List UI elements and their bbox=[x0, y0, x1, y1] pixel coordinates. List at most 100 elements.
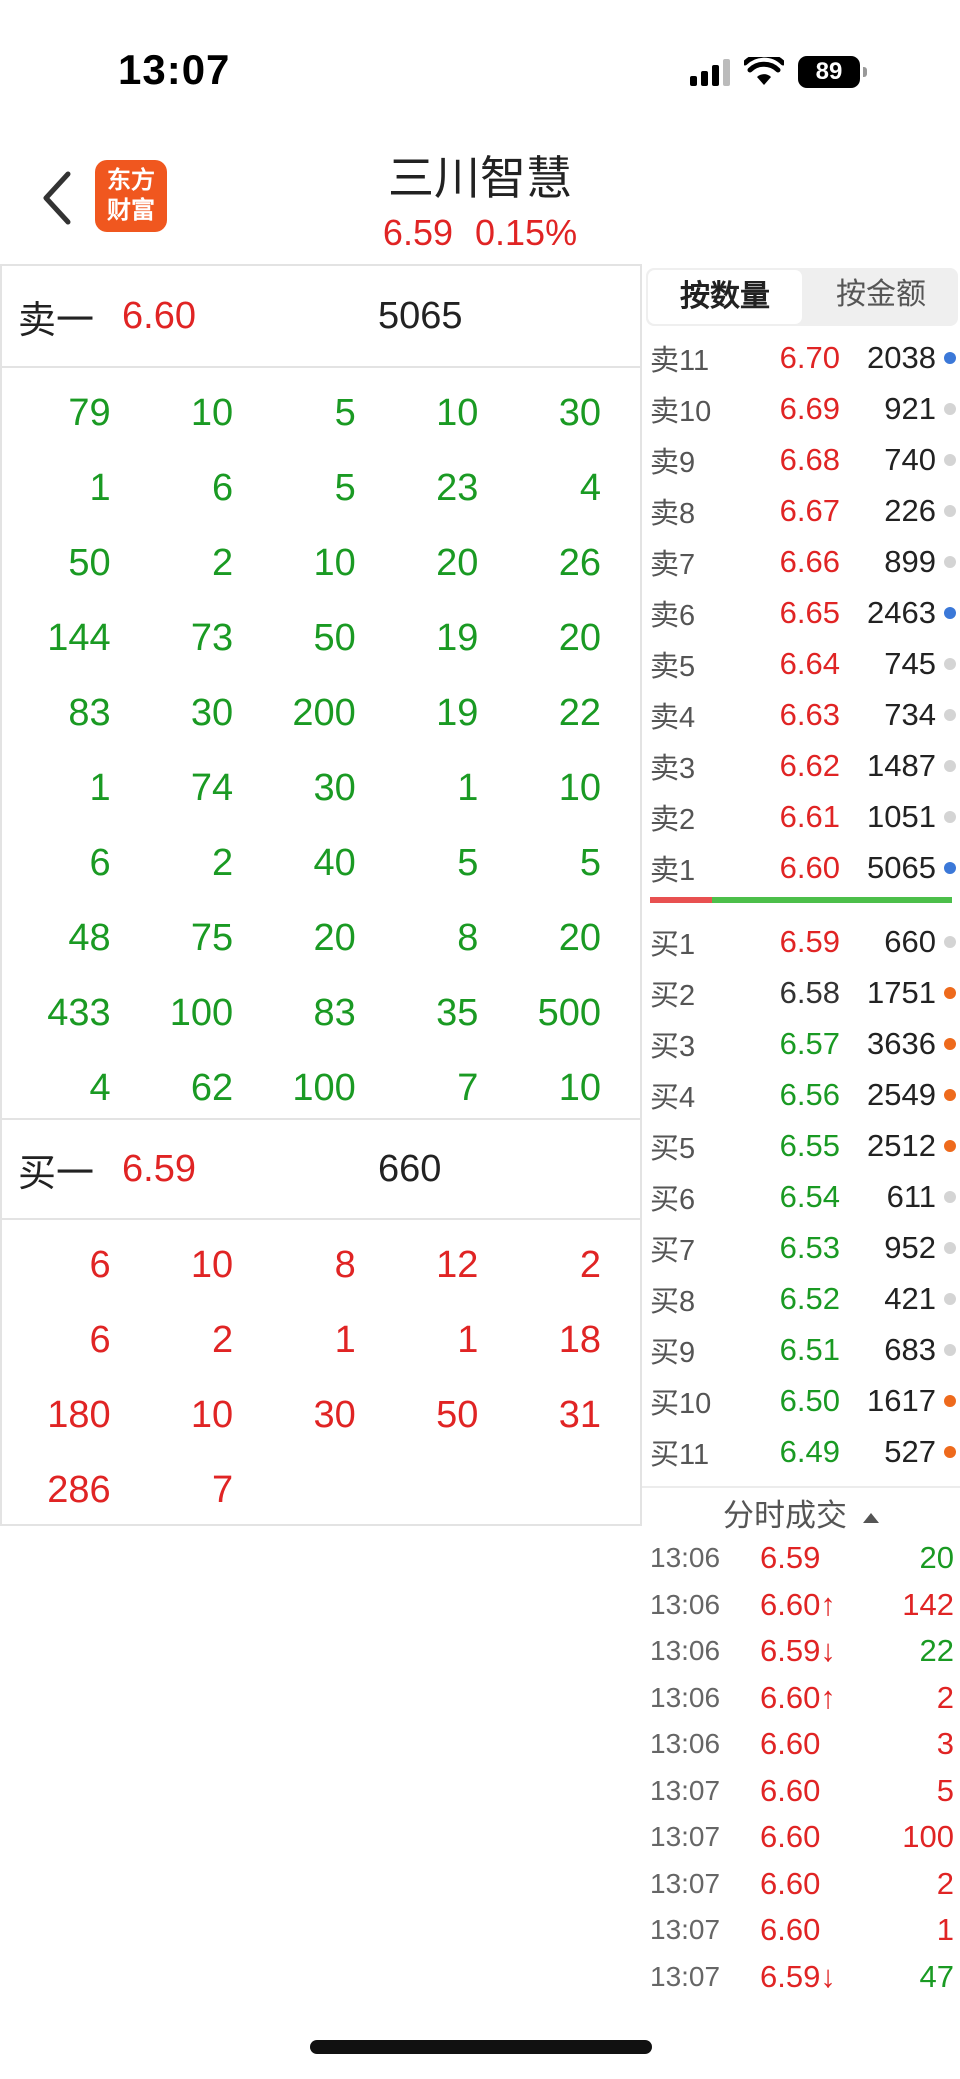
trade-volume: 22 bbox=[919, 1633, 954, 1668]
order-book-row[interactable]: 买2 6.58 1751 bbox=[642, 967, 960, 1018]
order-book-row[interactable]: 卖4 6.63 734 bbox=[642, 689, 960, 740]
order-book-row[interactable]: 卖5 6.64 745 bbox=[642, 638, 960, 689]
sell-levels: 卖11 6.70 2038 卖10 6.69 921 卖9 6.68 740 卖8 6.67 226 卖… bbox=[642, 332, 960, 893]
order-book-row[interactable]: 买8 6.52 421 bbox=[642, 1273, 960, 1324]
queue-order: 6 bbox=[89, 1244, 111, 1286]
ratio-bar-buy bbox=[650, 897, 712, 903]
trade-volume: 5 bbox=[936, 1772, 954, 1808]
queue-order: 62 bbox=[190, 1067, 234, 1109]
level-indicator-dot bbox=[944, 402, 956, 415]
trade-volume: 1 bbox=[936, 1912, 954, 1947]
level-price: 6.49 bbox=[779, 1433, 840, 1469]
level-label: 卖8 bbox=[650, 497, 696, 530]
level-price: 6.55 bbox=[779, 1127, 840, 1163]
trade-time: 13:06 bbox=[650, 1588, 721, 1620]
order-book-row[interactable]: 买11 6.49 527 bbox=[642, 1426, 960, 1477]
level-indicator-dot bbox=[944, 351, 956, 364]
order-book-row[interactable]: 买7 6.53 952 bbox=[642, 1222, 960, 1273]
level-price: 6.57 bbox=[779, 1025, 840, 1061]
level-price: 6.56 bbox=[779, 1076, 840, 1112]
level-label: 卖1 bbox=[650, 854, 696, 887]
order-book-row[interactable]: 买4 6.56 2549 bbox=[642, 1069, 960, 1120]
queue-order: 286 bbox=[47, 1469, 111, 1511]
trades-header[interactable]: 分时成交 bbox=[642, 1490, 960, 1535]
order-book-row[interactable]: 卖7 6.66 899 bbox=[642, 536, 960, 587]
level-volume: 921 bbox=[884, 390, 936, 426]
buy-one-volume: 660 bbox=[378, 1147, 442, 1190]
queue-order: 48 bbox=[68, 917, 111, 959]
sell-one-volume: 5065 bbox=[378, 294, 463, 337]
home-indicator[interactable] bbox=[310, 2040, 652, 2054]
tab-by-amount[interactable]: 按金额 bbox=[804, 268, 958, 326]
level-indicator-dot bbox=[944, 1445, 956, 1458]
queue-order: 10 bbox=[313, 542, 356, 584]
order-book-row[interactable]: 卖6 6.65 2463 bbox=[642, 587, 960, 638]
level-volume: 1751 bbox=[867, 974, 936, 1010]
level-price: 6.50 bbox=[779, 1382, 840, 1418]
queue-order: 20 bbox=[558, 617, 601, 659]
level-indicator-dot bbox=[944, 657, 956, 670]
level-volume: 660 bbox=[884, 923, 936, 959]
queue-order: 23 bbox=[436, 467, 479, 509]
level-volume: 952 bbox=[884, 1229, 936, 1265]
queue-order: 50 bbox=[313, 617, 356, 659]
order-book-row[interactable]: 买6 6.54 611 bbox=[642, 1171, 960, 1222]
queue-order: 73 bbox=[190, 617, 234, 659]
trade-row: 13:07 6.60 5 bbox=[642, 1769, 960, 1816]
trade-price: 6.60↑ bbox=[760, 1679, 836, 1715]
queue-order: 6 bbox=[89, 1319, 111, 1361]
order-queue-panel: 卖一 6.60 5065 79 10 5 10 30 1 6 5 23 4 50 2 10 20 26 144… bbox=[0, 264, 642, 1526]
trade-time: 13:07 bbox=[650, 1774, 721, 1806]
trade-price: 6.60 bbox=[760, 1819, 821, 1854]
queue-order: 433 bbox=[47, 992, 111, 1034]
trade-row: 13:06 6.60↑ 2 bbox=[642, 1676, 960, 1723]
order-book-row[interactable]: 卖10 6.69 921 bbox=[642, 383, 960, 434]
queue-order: 7 bbox=[212, 1469, 234, 1511]
order-book-row[interactable]: 卖2 6.61 1051 bbox=[642, 791, 960, 842]
order-book-row[interactable]: 买1 6.59 660 bbox=[642, 916, 960, 967]
stock-price: 6.59 bbox=[382, 212, 453, 253]
queue-order: 40 bbox=[313, 842, 356, 884]
trade-time: 13:07 bbox=[650, 1914, 721, 1945]
trade-price: 6.60 bbox=[760, 1726, 821, 1761]
trade-volume: 20 bbox=[919, 1540, 954, 1575]
order-book-row[interactable]: 卖11 6.70 2038 bbox=[642, 332, 960, 383]
level-price: 6.68 bbox=[779, 441, 840, 477]
level-price: 6.54 bbox=[779, 1178, 840, 1214]
level-volume: 899 bbox=[884, 543, 936, 579]
order-book-row[interactable]: 买3 6.57 3636 bbox=[642, 1018, 960, 1069]
queue-order: 1 bbox=[334, 1319, 356, 1361]
order-book-row[interactable]: 卖3 6.62 1487 bbox=[642, 740, 960, 791]
queue-order: 10 bbox=[190, 1244, 234, 1286]
level-volume: 734 bbox=[884, 696, 936, 732]
trade-time: 13:06 bbox=[650, 1635, 721, 1666]
order-book-row[interactable]: 卖1 6.60 5065 bbox=[642, 842, 960, 893]
level-price: 6.53 bbox=[779, 1229, 840, 1265]
buy-sell-ratio-bar bbox=[650, 897, 952, 903]
order-book-row[interactable]: 买5 6.55 2512 bbox=[642, 1120, 960, 1171]
order-book-row[interactable]: 买9 6.51 683 bbox=[642, 1324, 960, 1375]
queue-order: 8 bbox=[334, 1244, 356, 1286]
queue-order: 5 bbox=[579, 842, 601, 884]
level-label: 卖2 bbox=[650, 803, 696, 836]
trade-price: 6.59↓ bbox=[760, 1958, 836, 1994]
queue-order: 20 bbox=[558, 917, 601, 959]
sell-one-label: 卖一 bbox=[18, 299, 95, 342]
trade-price: 6.59 bbox=[760, 1540, 821, 1575]
order-book-row[interactable]: 卖8 6.67 226 bbox=[642, 485, 960, 536]
trade-price: 6.60 bbox=[760, 1772, 821, 1808]
level-label: 买1 bbox=[650, 928, 696, 961]
queue-order: 5 bbox=[334, 467, 356, 509]
level-label: 买9 bbox=[650, 1336, 696, 1369]
order-book-row[interactable]: 卖9 6.68 740 bbox=[642, 434, 960, 485]
trade-time: 13:06 bbox=[650, 1728, 721, 1759]
queue-order: 144 bbox=[47, 617, 111, 659]
tab-by-quantity[interactable]: 按数量 bbox=[648, 270, 802, 324]
level-label: 卖5 bbox=[650, 650, 696, 683]
queue-order: 10 bbox=[558, 1067, 601, 1109]
status-bar: 13:07 89 bbox=[0, 0, 960, 130]
level-label: 买3 bbox=[650, 1030, 696, 1063]
level-price: 6.65 bbox=[779, 594, 840, 630]
order-book-row[interactable]: 买10 6.50 1617 bbox=[642, 1375, 960, 1426]
trade-row: 13:06 6.60↑ 142 bbox=[642, 1583, 960, 1630]
